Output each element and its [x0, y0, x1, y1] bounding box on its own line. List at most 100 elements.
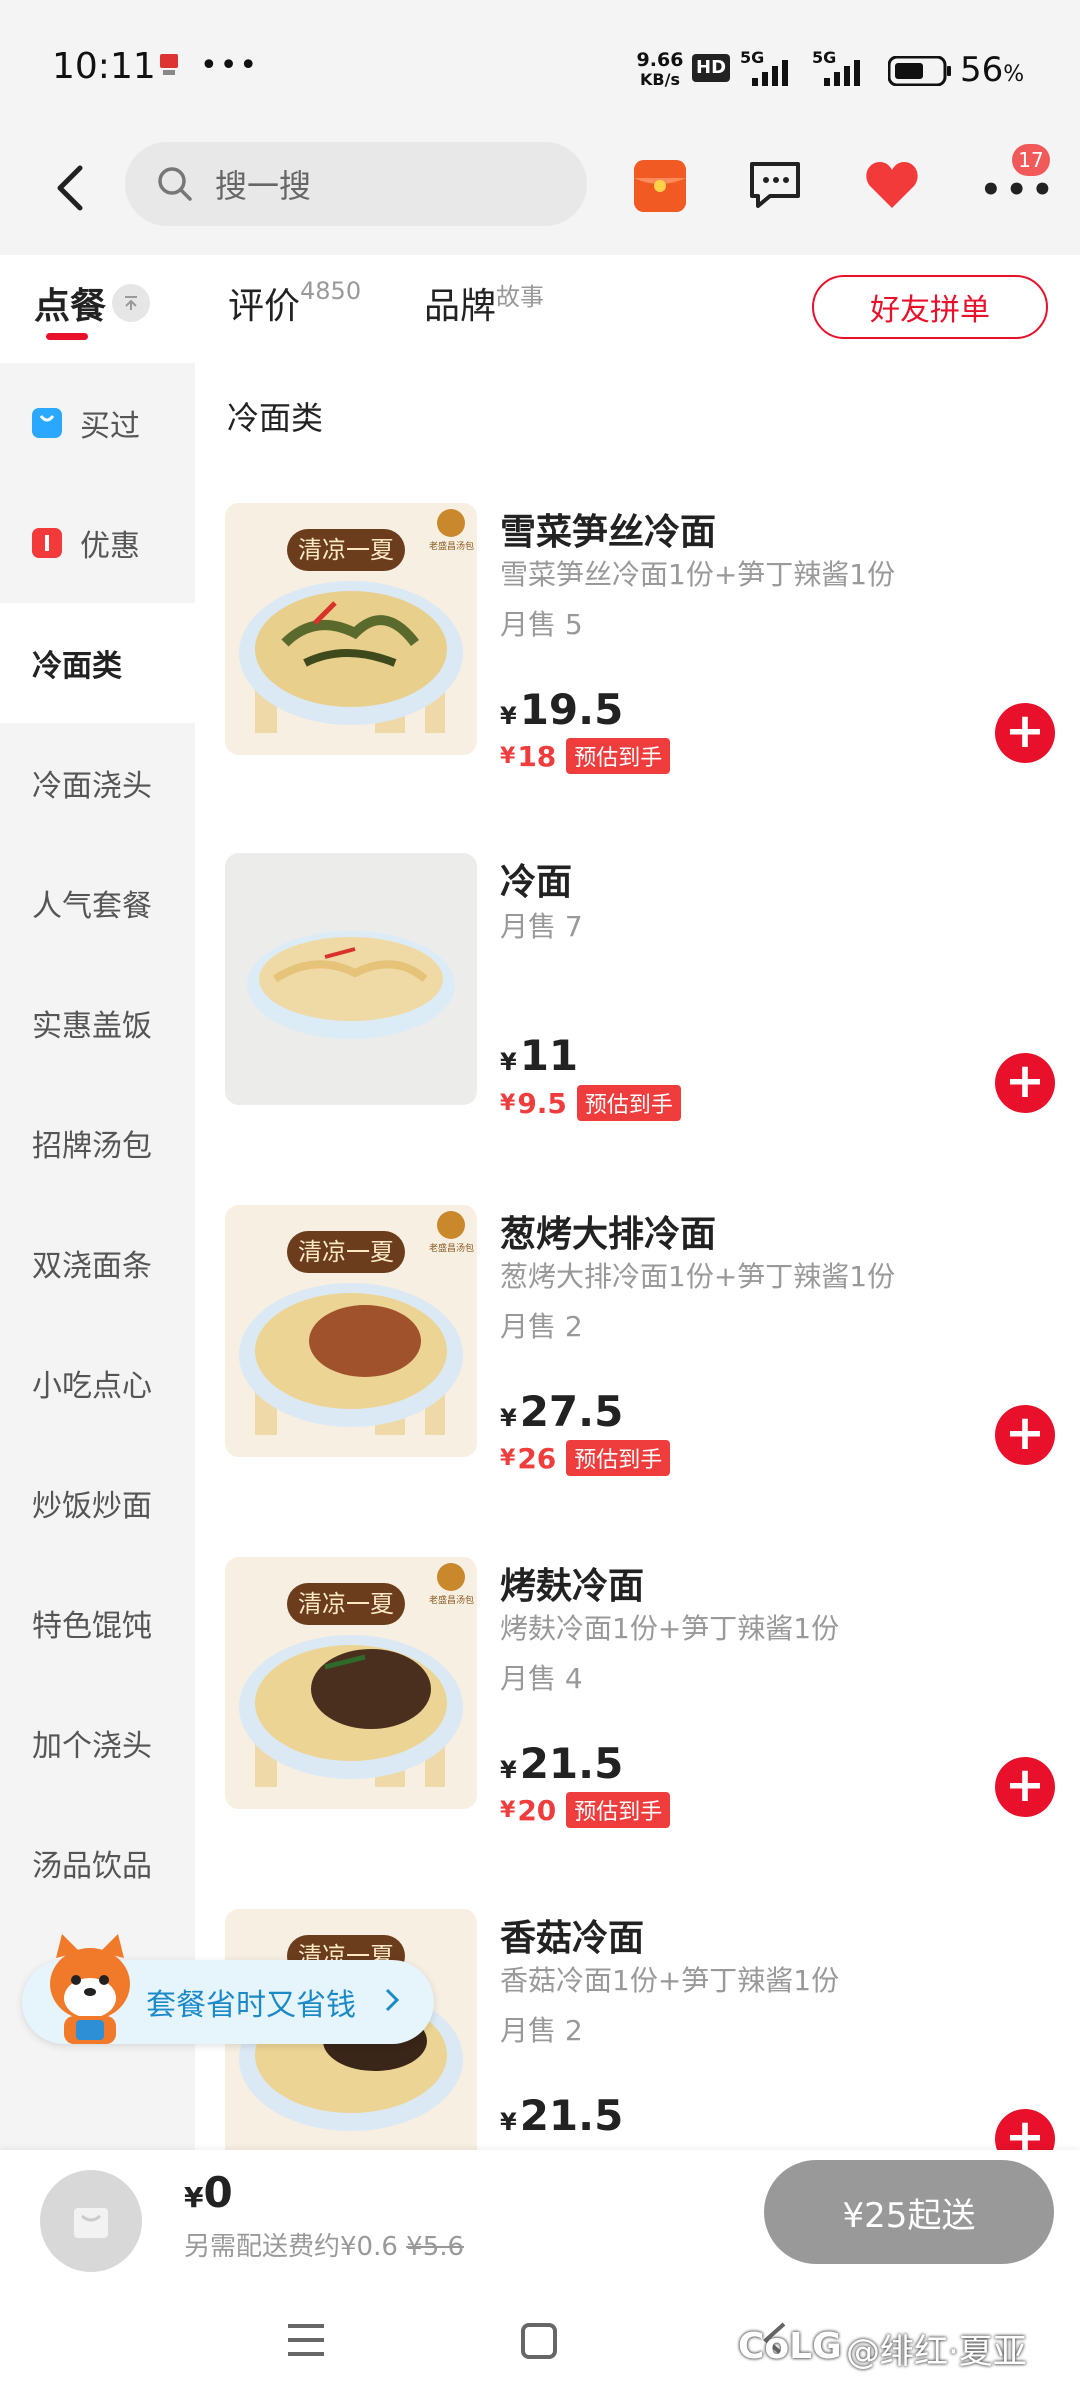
add-to-cart-button[interactable]: + [995, 2109, 1055, 2150]
sidebar-item-soups-drinks[interactable]: 汤品饮品 [0, 1803, 195, 1923]
product-price: ¥27.5 [500, 1387, 624, 1436]
sidebar-item-rice-bowls[interactable]: 实惠盖饭 [0, 963, 195, 1083]
signal-icon-1 [748, 58, 800, 90]
product-name: 冷面 [500, 862, 573, 903]
product-price: ¥21.5 [500, 1739, 624, 1788]
product-description: 香菇冷面1份+笋丁辣酱1份 [500, 1964, 840, 1997]
delivery-fee: 另需配送费约¥0.6 ¥5.6 [184, 2232, 465, 2262]
sidebar-item-snacks[interactable]: 小吃点心 [0, 1323, 195, 1443]
cart-total: ¥0 [184, 2168, 233, 2217]
min-order-button[interactable]: ¥25起送 [764, 2160, 1054, 2264]
estimated-badge: 预估到手 [566, 1792, 671, 1828]
product-estimated-price: ¥9.5 预估到手 [500, 1085, 681, 1121]
group-order-button[interactable]: 好友拼单 [812, 275, 1048, 339]
red-packet-icon[interactable] [634, 160, 686, 212]
add-to-cart-button[interactable]: + [995, 1757, 1055, 1817]
message-icon[interactable] [746, 156, 804, 214]
product-description: 葱烤大排冷面1份+笋丁辣酱1份 [500, 1260, 896, 1293]
menu-icon[interactable] [286, 2322, 326, 2362]
net-speed: 9.66 KB/s [636, 49, 684, 89]
add-to-cart-button[interactable]: + [995, 1053, 1055, 1113]
search-icon [155, 164, 195, 204]
tab-review[interactable]: 评价4850 [228, 277, 361, 329]
back-icon[interactable] [50, 158, 90, 218]
promo-text: 套餐省时又省钱 [146, 1988, 356, 2023]
active-tab-indicator [46, 333, 88, 340]
plus-icon: + [1004, 1757, 1046, 1813]
watermark-logo: CoLG [738, 2326, 842, 2367]
product-sales: 月售 4 [500, 1662, 583, 1695]
sidebar-item-popular-sets[interactable]: 人气套餐 [0, 843, 195, 963]
estimated-badge: 预估到手 [566, 738, 671, 774]
favorite-icon[interactable] [864, 160, 920, 210]
product-sales: 月售 7 [500, 910, 583, 943]
product-image[interactable]: 清凉一夏 老盛昌汤包 [225, 1557, 477, 1809]
sidebar-item-fried-rice-noodles[interactable]: 炒饭炒面 [0, 1443, 195, 1563]
product-name: 烤麸冷面 [500, 1566, 645, 1607]
section-title: 冷面类 [227, 399, 324, 437]
product-image[interactable] [225, 853, 477, 1105]
cart-button[interactable] [40, 2170, 142, 2272]
sidebar-item-cold-noodles[interactable]: 冷面类 [0, 603, 195, 723]
system-nav-bar: CoLG @绯红·夏亚 [0, 2280, 1080, 2400]
product-estimated-price: ¥18 预估到手 [500, 738, 671, 774]
product-card[interactable]: 清凉一夏 老盛昌汤包 葱烤大排冷面 葱烤大排冷面1份+笋丁辣酱1份 月售 2 ¥… [225, 1205, 1055, 1476]
estimated-badge: 预估到手 [566, 1440, 671, 1476]
search-bar[interactable]: 搜一搜 [125, 142, 587, 226]
add-to-cart-button[interactable]: + [995, 1405, 1055, 1465]
sidebar-item-double-topping-noodles[interactable]: 双浇面条 [0, 1203, 195, 1323]
signal-icon-2 [820, 58, 872, 90]
tab-brand[interactable]: 品牌故事 [424, 277, 544, 329]
plus-icon: + [1004, 1405, 1046, 1461]
collapse-up-icon[interactable] [112, 284, 151, 322]
product-price: ¥11 [500, 1031, 579, 1080]
more-icon[interactable]: ••• [980, 170, 1057, 210]
category-sidebar: 买过 优惠 冷面类 冷面浇头 人气套餐 实惠盖饭 招牌汤包 双浇面条 小吃点心 … [0, 363, 195, 2150]
battery-level: 56% [960, 50, 1025, 90]
product-card[interactable]: 清凉一夏 老盛昌汤包 烤麸冷面 烤麸冷面1份+笋丁辣酱1份 月售 4 ¥21.5… [225, 1557, 1055, 1828]
cart-bar: ¥0 另需配送费约¥0.6 ¥5.6 ¥25起送 [0, 2150, 1080, 2280]
product-sales: 月售 5 [500, 608, 583, 641]
status-time: 10:11 [52, 46, 156, 87]
product-price: ¥21.5 [500, 2091, 624, 2140]
notification-badge: 17 [1012, 144, 1050, 176]
add-to-cart-button[interactable]: + [995, 703, 1055, 763]
product-estimated-price: ¥26 预估到手 [500, 1440, 671, 1476]
tab-order[interactable]: 点餐 [34, 277, 151, 329]
product-description: 烤麸冷面1份+笋丁辣酱1份 [500, 1612, 840, 1645]
estimated-badge: 预估到手 [576, 1085, 681, 1121]
product-image-banner: 清凉一夏 [298, 536, 394, 564]
sidebar-item-wontons[interactable]: 特色馄饨 [0, 1563, 195, 1683]
product-card[interactable]: 冷面 月售 7 ¥11 ¥9.5 预估到手 + [225, 853, 1055, 1121]
hd-icon: HD [692, 54, 731, 82]
product-card[interactable]: 清凉一夏 老盛昌汤包 雪菜笋丝冷面 雪菜笋丝冷面1份+笋丁辣酱1份 月售 5 ¥… [225, 503, 1055, 774]
product-image[interactable]: 清凉一夏 老盛昌汤包 [225, 503, 477, 755]
product-name: 雪菜笋丝冷面 [500, 512, 717, 553]
more-notifications-icon: ••• [200, 48, 260, 83]
product-sales: 月售 2 [500, 2014, 583, 2047]
product-image[interactable]: 清凉一夏 老盛昌汤包 [225, 1205, 477, 1457]
product-estimated-price: ¥20 预估到手 [500, 1792, 671, 1828]
watermark-text: @绯红·夏亚 [846, 2332, 1027, 2372]
product-image-brand: 老盛昌汤包 [429, 1596, 475, 1606]
product-image-brand: 老盛昌汤包 [429, 1244, 475, 1254]
shopping-bag-icon [32, 408, 62, 438]
sidebar-item-extra-toppings[interactable]: 加个浇头 [0, 1683, 195, 1803]
sidebar-item-cold-noodle-toppings[interactable]: 冷面浇头 [0, 723, 195, 843]
mascot-icon [40, 1928, 140, 2048]
sidebar-item-discount[interactable]: 优惠 [0, 483, 195, 603]
status-bar: 10:11 ••• 9.66 KB/s HD 5G 5G 56% [0, 0, 1080, 130]
plus-icon: + [1004, 2109, 1046, 2150]
product-sales: 月售 2 [500, 1310, 583, 1343]
search-input[interactable]: 搜一搜 [215, 161, 311, 207]
cart-bag-icon [74, 2208, 108, 2238]
plus-icon: + [1004, 1053, 1046, 1109]
chevron-right-icon [378, 1978, 408, 2022]
sidebar-item-soup-buns[interactable]: 招牌汤包 [0, 1083, 195, 1203]
home-icon[interactable] [520, 2322, 558, 2364]
battery-icon [887, 55, 952, 90]
sidebar-item-bought[interactable]: 买过 [0, 363, 195, 483]
shop-tabs: 点餐 评价4850 品牌故事 好友拼单 [0, 255, 1080, 363]
product-price: ¥19.5 [500, 685, 624, 734]
product-list: 冷面类 清凉一夏 老盛昌汤包 雪菜笋丝冷面 雪菜笋丝冷面1份+笋丁辣酱1份 月售… [195, 363, 1080, 2150]
